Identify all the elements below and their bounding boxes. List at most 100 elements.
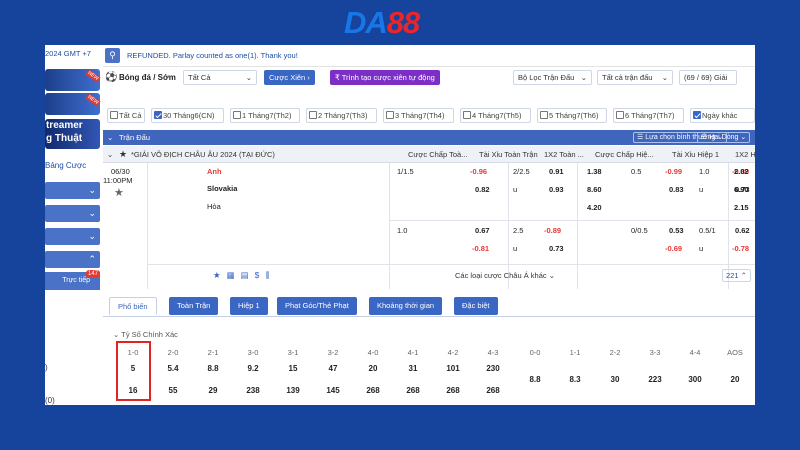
score-odds[interactable]: 8.8	[193, 364, 233, 373]
date-tab-all[interactable]: Tất Cả	[107, 108, 145, 123]
alt-hcp-odds-home[interactable]: 0.67	[475, 226, 490, 235]
alt-h1-hcp-odds-away[interactable]: -0.69	[665, 244, 682, 253]
chevron-down-icon: ⌄	[580, 73, 587, 82]
more-asian-bets-link[interactable]: Các loại cược Châu Á khác ⌄	[455, 271, 555, 280]
date-tab-label: 5 Tháng7(Th6)	[549, 111, 599, 120]
score-header: 2-1	[207, 348, 219, 357]
correct-score-title[interactable]: ⌄ Tỷ Số Chính Xác	[113, 330, 178, 339]
ou-over-odds[interactable]: 0.91	[549, 167, 564, 176]
score-odds[interactable]: 139	[273, 386, 313, 395]
score-odds[interactable]: 20	[353, 364, 393, 373]
score-odds[interactable]: 268	[393, 386, 433, 395]
date-tab-3-jul[interactable]: 3 Tháng7(Th4)	[383, 108, 454, 123]
chevron-down-icon[interactable]: ⌄	[107, 130, 113, 145]
logo-part-num: 88	[386, 5, 420, 40]
alt-h1-hcp-line: 0/0.5	[631, 226, 648, 235]
h1-x12-draw-odds[interactable]: 2.15	[734, 203, 749, 212]
score-odds[interactable]: 47	[313, 364, 353, 373]
h1-hcp-odds-away[interactable]: 0.83	[669, 185, 684, 194]
tab-popular[interactable]: Phổ biến	[109, 297, 157, 315]
tab-full-time[interactable]: Toàn Trận	[169, 297, 219, 315]
score-odds[interactable]: 5.4	[153, 364, 193, 373]
star-icon[interactable]: ★	[119, 146, 127, 163]
alt-h1-ou-under-odds[interactable]: -0.78	[732, 244, 749, 253]
x12-home-odds[interactable]: 1.38	[587, 167, 602, 176]
more-markets-button[interactable]: 221 ⌃	[722, 269, 751, 282]
league-count[interactable]: (69 / 69) Giải	[679, 70, 737, 85]
sidebar-button-4[interactable]: ⌃	[45, 251, 100, 268]
alt-hcp-odds-away[interactable]: -0.81	[472, 244, 489, 253]
sidebar-button-3[interactable]: ⌄	[45, 228, 100, 245]
alt-h1-ou-over-odds[interactable]: 0.62	[735, 226, 750, 235]
alt-h1-hcp-odds-home[interactable]: 0.53	[669, 226, 684, 235]
date-tab-4-jul[interactable]: 4 Tháng7(Th5)	[460, 108, 531, 123]
date-tab-1-jul[interactable]: 1 Tháng7(Th2)	[230, 108, 300, 123]
tab-corners-cards[interactable]: Phạt Góc/Thẻ Phạt	[277, 297, 357, 315]
sidebar-button-1[interactable]: ⌄	[45, 182, 100, 199]
score-odds[interactable]: 30	[595, 375, 635, 384]
score-odds[interactable]: 15	[273, 364, 313, 373]
match-toolbar-icons[interactable]: ★▦▤$⫼	[213, 270, 275, 281]
score-odds[interactable]: 268	[433, 386, 473, 395]
league-header: ⌄ ★ *GIẢI VÔ ĐỊCH CHÂU ÂU 2024 (TẠI ĐỨC)…	[103, 146, 755, 163]
score-odds[interactable]: 230	[473, 364, 513, 373]
view-select[interactable]: ☰ Hai Dòng ⌄	[697, 132, 751, 143]
sidebar-button-2[interactable]: ⌄	[45, 205, 100, 222]
score-odds[interactable]: 31	[393, 364, 433, 373]
alt-ou-over-odds[interactable]: -0.89	[544, 226, 561, 235]
score-odds[interactable]: 55	[153, 386, 193, 395]
date-tab-5-jul[interactable]: 5 Tháng7(Th6)	[537, 108, 607, 123]
parlay-button[interactable]: Cược Xiên ›	[264, 70, 315, 85]
correct-score-section: ⌄ Tỷ Số Chính Xác 1-0 2-0 2-1 3-0 3-1 3-2 4-0 4…	[113, 330, 755, 405]
chevron-down-icon[interactable]: ⌄	[107, 146, 113, 163]
score-odds[interactable]: 20	[715, 375, 755, 384]
ou-under-odds[interactable]: 0.93	[549, 185, 564, 194]
tab-first-half[interactable]: Hiệp 1	[230, 297, 268, 315]
score-odds[interactable]: 9.2	[233, 364, 273, 373]
more-asian-bets-label: Các loại cược Châu Á khác	[455, 271, 547, 280]
score-header: 3-0	[247, 348, 259, 357]
h1-hcp-odds-home[interactable]: -0.99	[665, 167, 682, 176]
score-odds[interactable]: 268	[353, 386, 393, 395]
star-icon[interactable]: ★	[114, 186, 124, 199]
date-tab-other[interactable]: Ngày khác	[690, 108, 755, 123]
matches-title: Trận Đấu	[119, 133, 150, 142]
promo-banner-2[interactable]: NEW	[45, 93, 101, 115]
score-odds[interactable]: 300	[675, 375, 715, 384]
promo-banner-1[interactable]: NEW	[45, 69, 101, 91]
tab-time-period[interactable]: Khoảng thời gian	[369, 297, 443, 315]
score-odds[interactable]: 145	[313, 386, 353, 395]
date-tab-6-jul[interactable]: 6 Tháng7(Th7)	[613, 108, 684, 123]
league-filter-select[interactable]: Bộ Lọc Trận Đấu ⌄	[513, 70, 592, 85]
score-odds[interactable]: 223	[635, 375, 675, 384]
alt-ou-under-odds[interactable]: 0.73	[549, 244, 564, 253]
auto-parlay-button[interactable]: ₹ Trình tạo cược xiên tự động	[330, 70, 440, 85]
correct-score-title-text: Tỷ Số Chính Xác	[121, 330, 178, 339]
tab-special[interactable]: Đặc biệt	[454, 297, 498, 315]
hcp-odds-home[interactable]: -0.96	[470, 167, 487, 176]
score-odds[interactable]: 101	[433, 364, 473, 373]
score-odds[interactable]: 268	[473, 386, 513, 395]
x12-draw-odds[interactable]: 4.20	[587, 203, 602, 212]
promo-banner-streamer[interactable]: treamer g Thuật	[45, 119, 100, 149]
x12-away-odds[interactable]: 8.60	[587, 185, 602, 194]
top-bar: ⚲ REFUNDED. Parlay counted as one(1). Th…	[103, 45, 755, 67]
hcp-odds-away[interactable]: 0.82	[475, 185, 490, 194]
market-select[interactable]: Tất Cả ⌄	[183, 70, 257, 85]
home-team: Anh	[207, 167, 222, 176]
score-odds[interactable]: 238	[233, 386, 273, 395]
col-1x2-ft: 1X2 Toàn ...	[544, 150, 584, 159]
search-icon[interactable]: ⚲	[105, 48, 120, 63]
score-header: 3-3	[649, 348, 661, 357]
match-filter-select[interactable]: Tất cả trận đấu ⌄	[597, 70, 673, 85]
date-tab-2-jul[interactable]: 2 Tháng7(Th3)	[306, 108, 377, 123]
h1-x12-away-odds[interactable]: 6.90	[734, 185, 749, 194]
date-tab-30-jun[interactable]: 30 Tháng6(CN)	[151, 108, 224, 123]
live-button[interactable]: Trực tiếp 147	[45, 270, 100, 290]
bet-slip-link[interactable]: Bảng Cược	[45, 161, 86, 170]
score-odds[interactable]: 29	[193, 386, 233, 395]
score-odds[interactable]: 8.3	[555, 375, 595, 384]
score-odds[interactable]: 8.8	[515, 375, 555, 384]
h1-hcp-line: 0.5	[631, 167, 642, 176]
h1-x12-home-odds[interactable]: 2.02	[734, 167, 749, 176]
